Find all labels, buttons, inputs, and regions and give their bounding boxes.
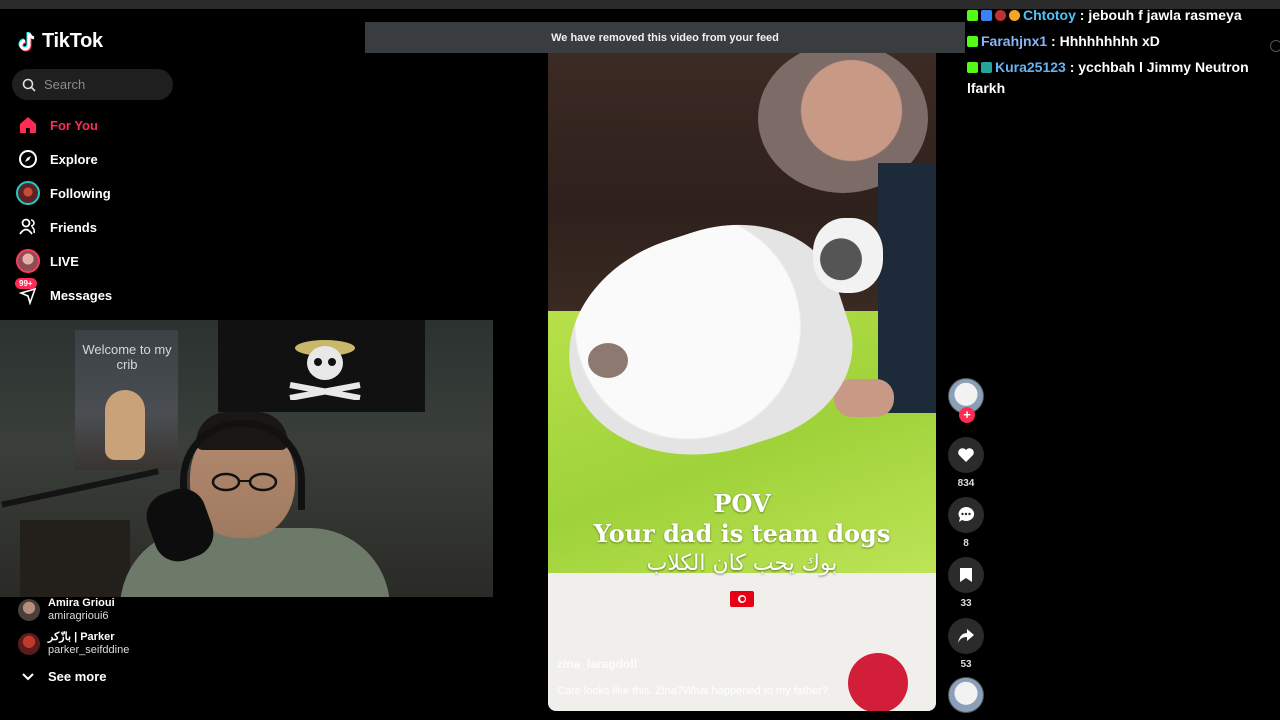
nav-item-friends[interactable]: Friends [16, 215, 97, 239]
comment-button[interactable] [948, 497, 984, 533]
nav-label: Friends [50, 219, 97, 235]
video-author[interactable]: zina_laragdoll [557, 657, 637, 671]
account-handle: amiragrioui6 [48, 610, 109, 622]
share-icon [958, 629, 974, 643]
see-more-label: See more [48, 669, 107, 684]
caption-arabic: بوك يحب كان الكلاب [646, 551, 838, 576]
chat-message: Chtotoy : jebouh f jawla rasmeya [967, 5, 1267, 26]
poster-face [105, 390, 145, 460]
sound-avatar[interactable] [948, 677, 984, 713]
glasses [211, 472, 278, 492]
kick-badge-icon [967, 36, 978, 47]
webcam-feed: Welcome to my crib [0, 320, 493, 597]
live-avatar-icon [16, 249, 40, 273]
search-box[interactable] [12, 69, 173, 100]
tiktok-note-icon [18, 31, 35, 51]
poster-text: Welcome to my crib [82, 342, 172, 372]
caption-main: Your dad is team dogs [593, 519, 891, 548]
subscriber-badge-icon [981, 10, 992, 21]
nav-item-messages[interactable]: 99+ Messages [15, 278, 113, 307]
hat-badge-icon [995, 10, 1006, 21]
like-action[interactable]: 834 [948, 437, 984, 489]
share-action[interactable]: 53 [948, 618, 984, 670]
nav-item-live[interactable]: LIVE [16, 249, 79, 273]
nav-label: Following [50, 185, 111, 201]
tunisia-flag-icon [730, 591, 754, 607]
following-account[interactable]: بازّكر | Parker parker_seifddine [18, 631, 129, 657]
account-name: Amira Grioui [48, 597, 115, 609]
follow-plus-button[interactable]: + [959, 407, 975, 423]
share-count: 53 [960, 659, 972, 670]
nav-item-for-you[interactable]: For You [16, 113, 98, 137]
kick-badge-icon [967, 10, 978, 21]
messages-icon: 99+ [15, 278, 40, 307]
nav-label: For You [50, 117, 98, 133]
shelf [20, 520, 130, 597]
account-handle: parker_seifddine [48, 644, 130, 656]
see-more-button[interactable]: See more [22, 669, 107, 684]
chat-text: : jebouh f jawla rasmeya [1075, 7, 1242, 23]
comment-icon [958, 506, 975, 522]
save-button[interactable] [948, 557, 984, 593]
video-man-arm [878, 163, 936, 413]
compass-icon [16, 147, 40, 171]
account-name: بازّكر | Parker [48, 631, 115, 643]
video-man-hand [834, 379, 894, 417]
chat-text: : Hhhhhhhhh xD [1047, 33, 1160, 49]
subscriber-badge-icon [981, 62, 992, 73]
video-cherry-pattern [848, 653, 908, 711]
nav-label: LIVE [50, 253, 79, 269]
save-count: 33 [960, 598, 972, 609]
gift-badge-icon [1009, 10, 1020, 21]
chat-message: Kura25123 : ycchbah l Jimmy Neutron lfar… [967, 57, 1267, 99]
video-cat-head [813, 218, 883, 293]
share-button[interactable] [948, 618, 984, 654]
skull-icon [289, 340, 361, 400]
settings-icon[interactable] [1270, 40, 1280, 52]
messages-badge: 99+ [15, 278, 37, 289]
app-name: TikTok [42, 30, 103, 52]
save-action[interactable]: 33 [948, 557, 984, 609]
video-player[interactable]: POV Your dad is team dogs بوك يحب كان ال… [548, 53, 936, 711]
mic-arm [1, 468, 159, 508]
chat-username: Kura25123 [995, 59, 1066, 75]
chat-message: Farahjnx1 : Hhhhhhhhh xD [967, 31, 1267, 52]
nav-item-explore[interactable]: Explore [16, 147, 98, 171]
search-input[interactable] [44, 77, 154, 92]
bookmark-icon [960, 568, 972, 582]
comment-count: 8 [963, 538, 969, 549]
video-cat-spot [588, 343, 628, 378]
heart-icon [958, 448, 974, 462]
nav-label: Messages [50, 287, 113, 303]
avatar [18, 599, 40, 621]
chat-username: Chtotoy [1023, 7, 1076, 23]
like-button[interactable] [948, 437, 984, 473]
following-account[interactable]: Amira Grioui amiragrioui6 [18, 597, 115, 623]
like-count: 834 [957, 478, 975, 489]
video-description: Care looks like this. Zina?What happened… [557, 685, 828, 697]
kick-badge-icon [967, 62, 978, 73]
comment-action[interactable]: 8 [948, 497, 984, 549]
caption-pov: POV Your dad is team dogs [548, 489, 936, 549]
tiktok-logo[interactable]: TikTok [18, 30, 103, 53]
following-avatar-icon [16, 181, 40, 205]
avatar [18, 633, 40, 655]
nav-label: Explore [50, 151, 98, 167]
chevron-down-icon [22, 672, 34, 680]
chat-username: Farahjnx1 [981, 33, 1048, 49]
home-icon [16, 113, 40, 137]
removed-video-toast: We have removed this video from your fee… [365, 22, 965, 53]
nav-item-following[interactable]: Following [16, 181, 111, 205]
caption-pov-title: POV [713, 489, 771, 518]
search-icon [22, 78, 36, 92]
friends-icon [16, 215, 40, 239]
